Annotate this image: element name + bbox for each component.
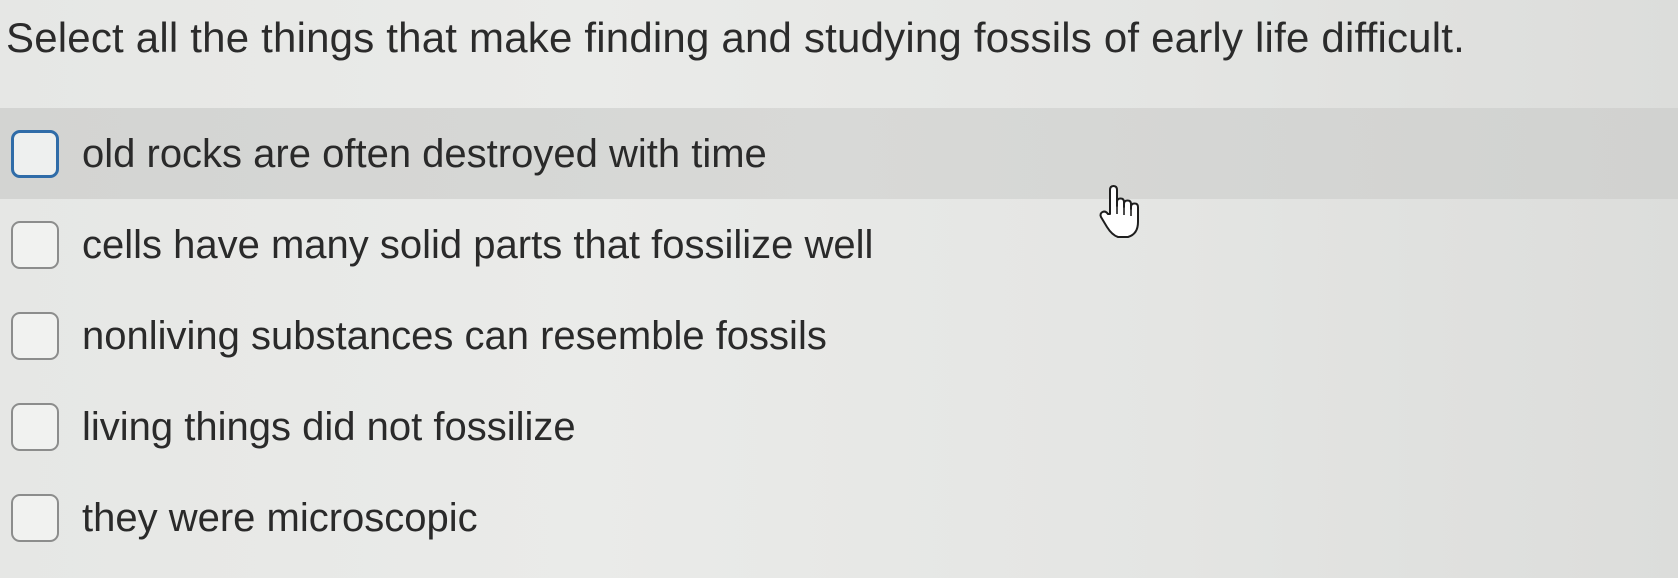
- option-nonliving-substances[interactable]: nonliving substances can resemble fossil…: [0, 290, 1678, 381]
- option-label: they were microscopic: [82, 495, 478, 540]
- option-label: old rocks are often destroyed with time: [82, 131, 767, 176]
- option-cells-solid-parts[interactable]: cells have many solid parts that fossili…: [0, 199, 1678, 290]
- option-microscopic[interactable]: they were microscopic: [0, 472, 1678, 563]
- checkbox[interactable]: [11, 129, 59, 178]
- answer-options: old rocks are often destroyed with time …: [0, 108, 1678, 563]
- checkbox[interactable]: [11, 311, 59, 360]
- option-label: nonliving substances can resemble fossil…: [82, 313, 827, 358]
- option-label: cells have many solid parts that fossili…: [82, 222, 874, 267]
- checkbox[interactable]: [11, 493, 59, 542]
- question-text: Select all the things that make finding …: [6, 14, 1466, 61]
- checkbox[interactable]: [11, 220, 59, 269]
- option-label: living things did not fossilize: [82, 404, 576, 449]
- option-living-things[interactable]: living things did not fossilize: [0, 381, 1678, 472]
- hand-pointer-icon: [1099, 185, 1139, 238]
- quiz-page: Select all the things that make finding …: [0, 0, 1678, 578]
- checkbox[interactable]: [11, 402, 59, 451]
- option-old-rocks[interactable]: old rocks are often destroyed with time: [0, 108, 1678, 199]
